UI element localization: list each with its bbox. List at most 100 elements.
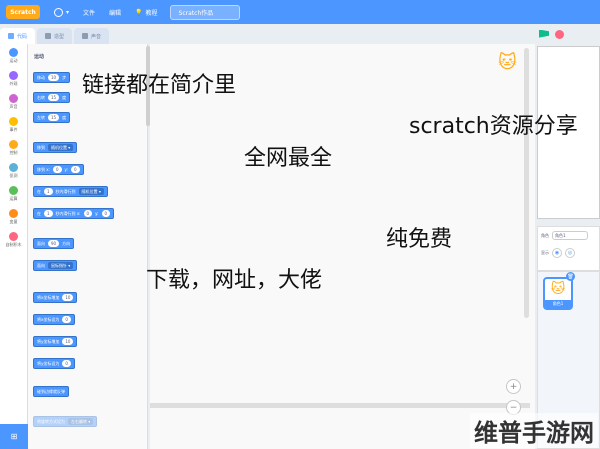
category-0[interactable]: 运动 bbox=[0, 44, 27, 67]
block-number-input[interactable]: 15 bbox=[48, 114, 60, 121]
sprite-cat-icon: 🐱 bbox=[498, 52, 517, 73]
motion-block[interactable]: 移到 随机位置 ▾ bbox=[33, 142, 78, 153]
editor-tabs: 代码 造型 声音 bbox=[0, 28, 110, 44]
hide-eye-icon[interactable]: ◎ bbox=[565, 248, 575, 258]
block-label: 移动 bbox=[37, 74, 45, 80]
overlay-text-5: 下载，网址，大佬 bbox=[146, 268, 323, 293]
category-1[interactable]: 外观 bbox=[0, 67, 27, 90]
block-label: 在 bbox=[37, 188, 41, 194]
overlay-text-4: 纯免费 bbox=[386, 227, 453, 252]
watermark: 维普手游网 bbox=[470, 413, 598, 448]
workspace-scrollbar-horizontal[interactable] bbox=[150, 403, 530, 408]
scratch-logo[interactable]: Scratch bbox=[6, 5, 40, 19]
block-label: 在 bbox=[37, 210, 41, 216]
motion-block[interactable]: 面向 90 方向 bbox=[33, 238, 75, 249]
category-4[interactable]: 控制 bbox=[0, 136, 27, 159]
block-number-input[interactable]: 0 bbox=[62, 360, 71, 367]
motion-block[interactable]: 在 1 秒内滑行到 x: 0 y: 0 bbox=[33, 208, 115, 219]
overlay-text-2: scratch资源分享 bbox=[409, 114, 578, 139]
motion-block[interactable]: 在 1 秒内滑行到 随机位置 ▾ bbox=[33, 186, 108, 197]
block-dropdown[interactable]: 左右翻转 ▾ bbox=[68, 418, 94, 425]
green-flag-icon[interactable] bbox=[539, 29, 549, 38]
category-dot-icon bbox=[9, 116, 18, 126]
globe-icon bbox=[54, 7, 63, 17]
block-number-input[interactable]: 0 bbox=[83, 210, 93, 217]
block-label: 左转 bbox=[37, 114, 45, 120]
block-label: 将旋转方式设为 bbox=[37, 418, 65, 424]
block-dropdown[interactable]: 随机位置 ▾ bbox=[48, 144, 74, 151]
block-number-input[interactable]: 10 bbox=[62, 294, 74, 301]
block-label: 度 bbox=[62, 94, 67, 100]
category-label: 外观 bbox=[9, 80, 18, 86]
category-2[interactable]: 声音 bbox=[0, 90, 27, 113]
add-extension-button[interactable]: ⊞ bbox=[0, 424, 28, 449]
motion-block[interactable]: 右转 15 度 bbox=[33, 92, 71, 103]
block-label: 将x坐标增加 bbox=[37, 294, 60, 300]
motion-block[interactable]: 移到 x: 0 y: 0 bbox=[33, 164, 84, 175]
tab-code[interactable]: 代码 bbox=[0, 28, 36, 44]
lightbulb-icon: 💡 bbox=[135, 8, 143, 16]
motion-block[interactable]: 将y坐标增加 10 bbox=[33, 336, 78, 347]
category-label: 侦测 bbox=[9, 172, 18, 178]
block-number-input[interactable]: 0 bbox=[101, 210, 111, 217]
script-workspace[interactable] bbox=[150, 44, 535, 449]
motion-block[interactable]: 左转 15 度 bbox=[33, 112, 71, 123]
block-number-input[interactable]: 1 bbox=[44, 188, 53, 195]
code-icon bbox=[8, 33, 14, 39]
motion-block[interactable]: 将y坐标设为 0 bbox=[33, 358, 75, 369]
category-5[interactable]: 侦测 bbox=[0, 159, 27, 182]
category-dot-icon bbox=[9, 47, 18, 57]
category-dot-icon bbox=[9, 93, 18, 103]
speaker-icon bbox=[82, 33, 89, 39]
tab-costumes[interactable]: 造型 bbox=[37, 28, 73, 44]
category-menu: 运动外观声音 事件 控制侦测运算 变量 自制积木 bbox=[0, 44, 28, 424]
block-number-input[interactable]: 0 bbox=[70, 166, 80, 173]
motion-block[interactable]: 碰到边缘就反弹 bbox=[33, 386, 69, 397]
brush-icon bbox=[45, 33, 52, 39]
sprite-name-input[interactable]: 角色1 bbox=[552, 231, 588, 240]
block-dropdown[interactable]: 随机位置 ▾ bbox=[78, 188, 104, 195]
sprite-info-panel: 角色 角色1 显示 ◉ ◎ bbox=[537, 226, 600, 271]
delete-icon[interactable]: 🗑 bbox=[566, 272, 575, 281]
motion-block[interactable]: 将x坐标设为 0 bbox=[33, 314, 75, 325]
motion-block[interactable]: 将旋转方式设为 左右翻转 ▾ bbox=[33, 416, 98, 427]
category-7[interactable]: 变量 bbox=[0, 205, 27, 228]
block-number-input[interactable]: 15 bbox=[48, 94, 60, 101]
zoom-in-button[interactable]: + bbox=[506, 379, 521, 394]
stage-controls bbox=[535, 24, 600, 44]
tab-sounds[interactable]: 声音 bbox=[74, 28, 110, 44]
menu-edit[interactable]: 编辑 bbox=[109, 8, 121, 17]
block-label: 移到 x: bbox=[37, 166, 50, 172]
workspace-scrollbar-vertical[interactable] bbox=[524, 48, 529, 318]
block-number-input[interactable]: 10 bbox=[48, 74, 60, 81]
category-8[interactable]: 自制积木 bbox=[0, 228, 27, 251]
chevron-down-icon: ▾ bbox=[66, 8, 70, 16]
block-number-input[interactable]: 10 bbox=[62, 338, 74, 345]
block-palette: 运动 移动 10 步右转 15 度左转 15 度移到 随机位置 ▾ 移到 x: 0 y: 0 在 1 秒内滑… bbox=[28, 44, 148, 449]
project-title-input[interactable]: Scratch作品 bbox=[169, 4, 240, 20]
category-3[interactable]: 事件 bbox=[0, 113, 27, 136]
block-label: 步 bbox=[62, 74, 67, 80]
stop-icon[interactable] bbox=[555, 29, 564, 39]
motion-block[interactable]: 移动 10 步 bbox=[33, 72, 71, 83]
block-label: 碰到边缘就反弹 bbox=[37, 388, 65, 394]
overlay-text-3: 全网最全 bbox=[244, 146, 333, 171]
block-number-input[interactable]: 1 bbox=[44, 210, 53, 217]
show-eye-icon[interactable]: ◉ bbox=[552, 248, 562, 258]
block-label: 将y坐标设为 bbox=[37, 360, 60, 366]
category-6[interactable]: 运算 bbox=[0, 182, 27, 205]
sprite-card[interactable]: 🐱 角色1 bbox=[543, 277, 573, 310]
menu-tutorials[interactable]: 💡 教程 bbox=[135, 8, 158, 17]
menu-file[interactable]: 文件 bbox=[83, 8, 95, 17]
block-number-input[interactable]: 0 bbox=[53, 166, 62, 173]
sprite-cat-icon: 🐱 bbox=[550, 281, 566, 297]
category-dot-icon bbox=[9, 139, 18, 149]
motion-block[interactable]: 将x坐标增加 10 bbox=[33, 292, 78, 303]
motion-block[interactable]: 面向 鼠标指针 ▾ bbox=[33, 260, 78, 271]
block-label: y: bbox=[64, 167, 68, 172]
block-number-input[interactable]: 90 bbox=[48, 240, 60, 247]
block-dropdown[interactable]: 鼠标指针 ▾ bbox=[48, 262, 74, 269]
language-menu[interactable]: ▾ bbox=[54, 7, 70, 17]
block-number-input[interactable]: 0 bbox=[62, 316, 71, 323]
tab-code-label: 代码 bbox=[17, 33, 28, 40]
